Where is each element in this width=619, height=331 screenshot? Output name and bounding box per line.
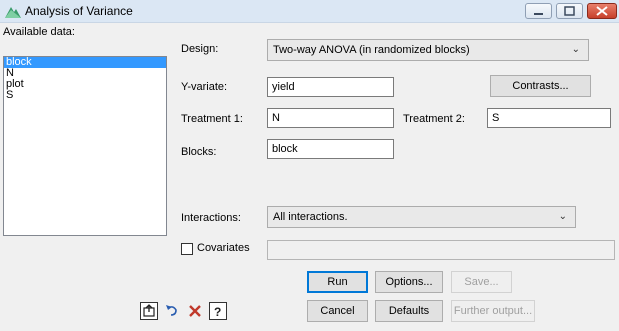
close-icon bbox=[596, 6, 608, 16]
anova-dialog: Analysis of Variance Available data: blo… bbox=[0, 0, 619, 331]
yvariate-label: Y-variate: bbox=[181, 81, 228, 93]
undo-icon bbox=[166, 305, 177, 316]
options-button[interactable]: Options... bbox=[375, 271, 443, 293]
interactions-select[interactable]: All interactions. ⌄ bbox=[267, 206, 576, 228]
treatment2-label: Treatment 2: bbox=[403, 113, 465, 125]
close-button[interactable] bbox=[587, 3, 617, 19]
save-button[interactable]: Save... bbox=[451, 271, 512, 293]
chevron-down-icon: ⌄ bbox=[558, 211, 567, 222]
interactions-value: All interactions. bbox=[273, 211, 348, 223]
defaults-button[interactable]: Defaults bbox=[375, 300, 443, 322]
list-item[interactable]: S bbox=[4, 90, 166, 101]
list-item[interactable]: block bbox=[4, 57, 166, 68]
treatment1-field[interactable]: N bbox=[267, 108, 394, 128]
design-select[interactable]: Two-way ANOVA (in randomized blocks) ⌄ bbox=[267, 39, 589, 61]
transfer-icon bbox=[143, 304, 155, 317]
available-data-label: Available data: bbox=[3, 26, 75, 38]
help-icon: ? bbox=[214, 305, 221, 319]
treatment2-field[interactable]: S bbox=[487, 108, 611, 128]
blocks-label: Blocks: bbox=[181, 146, 217, 158]
clear-button[interactable] bbox=[186, 302, 204, 320]
window-title: Analysis of Variance bbox=[25, 4, 133, 18]
help-button[interactable]: ? bbox=[209, 302, 227, 320]
chevron-down-icon: ⌄ bbox=[571, 44, 580, 55]
run-button[interactable]: Run bbox=[307, 271, 368, 293]
further-output-button[interactable]: Further output... bbox=[451, 300, 535, 322]
available-data-list[interactable]: block N plot S bbox=[3, 56, 167, 236]
design-label: Design: bbox=[181, 43, 219, 55]
title-bar: Analysis of Variance bbox=[0, 0, 619, 23]
app-icon bbox=[5, 7, 21, 18]
list-item[interactable]: plot bbox=[4, 79, 166, 90]
transfer-button[interactable] bbox=[140, 302, 158, 320]
cancel-button[interactable]: Cancel bbox=[307, 300, 368, 322]
design-value: Two-way ANOVA (in randomized blocks) bbox=[273, 44, 470, 56]
svg-text:?: ? bbox=[214, 305, 221, 319]
covariates-field[interactable] bbox=[267, 240, 615, 260]
contrasts-button[interactable]: Contrasts... bbox=[490, 75, 591, 97]
yvariate-field[interactable]: yield bbox=[267, 77, 394, 97]
covariates-checkbox[interactable] bbox=[181, 243, 193, 255]
undo-button[interactable] bbox=[163, 302, 181, 320]
treatment1-label: Treatment 1: bbox=[181, 113, 243, 125]
maximize-icon bbox=[564, 6, 575, 16]
minimize-button[interactable] bbox=[525, 3, 552, 19]
maximize-button[interactable] bbox=[556, 3, 583, 19]
covariates-label: Covariates bbox=[197, 242, 250, 254]
interactions-label: Interactions: bbox=[181, 212, 241, 224]
blocks-field[interactable]: block bbox=[267, 139, 394, 159]
clear-icon bbox=[189, 305, 201, 317]
minimize-icon bbox=[534, 13, 543, 15]
list-item[interactable]: N bbox=[4, 68, 166, 79]
